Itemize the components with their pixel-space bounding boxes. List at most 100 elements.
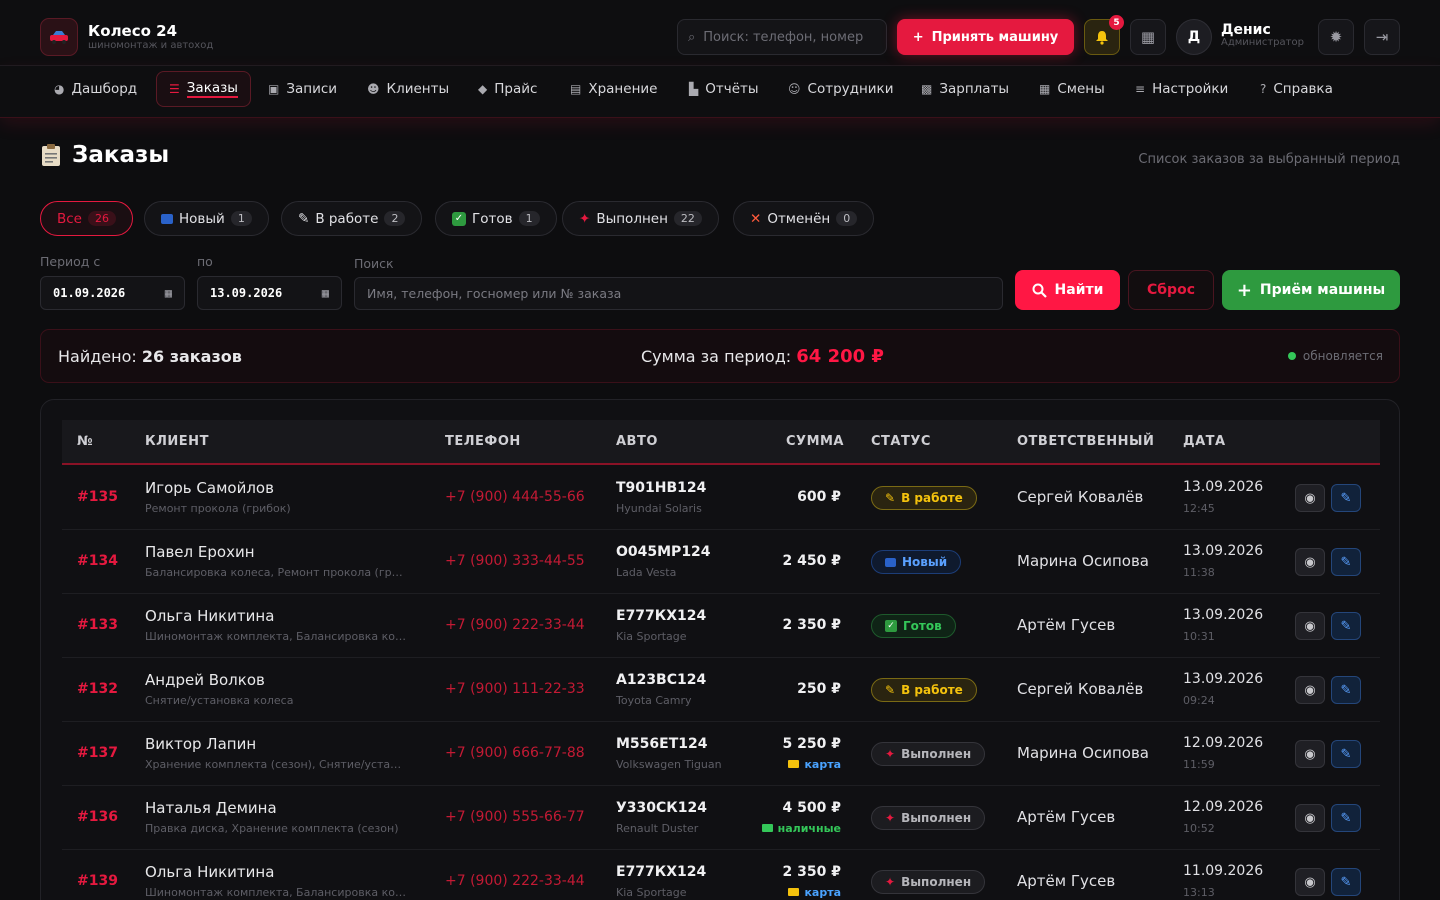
calendar-icon: ▦ (321, 286, 329, 300)
view-button[interactable]: ◉ (1295, 868, 1325, 896)
filter-all[interactable]: Все 26 (40, 201, 133, 236)
edit-button[interactable]: ✎ (1331, 804, 1361, 832)
responsible-employee: Артём Гусев (1017, 616, 1116, 634)
nav-item-records[interactable]: ▣ Записи (256, 71, 349, 107)
filter-in-progress[interactable]: ✎ В работе 2 (281, 201, 423, 236)
order-id[interactable]: #137 (77, 745, 118, 761)
nav-item-salaries[interactable]: ▩ Зарплаты (909, 71, 1021, 107)
client-phone[interactable]: +7 (900) 111-22-33 (445, 681, 585, 697)
status-badge: Новый (871, 550, 962, 574)
table-row[interactable]: #137 Виктор Лапин Хранение комплекта (се… (62, 722, 1380, 786)
nav-item-pricing[interactable]: ◆ Прайс (466, 71, 549, 107)
nav-item-storage[interactable]: ▤ Хранение (558, 71, 669, 107)
filter-count: 26 (88, 211, 116, 226)
edit-button[interactable]: ✎ (1331, 548, 1361, 576)
order-services: Ремонт прокола (грибок) (145, 502, 291, 515)
view-button[interactable]: ◉ (1295, 804, 1325, 832)
view-button[interactable]: ◉ (1295, 676, 1325, 704)
order-time: 13:13 (1183, 886, 1215, 899)
edit-button[interactable]: ✎ (1331, 676, 1361, 704)
filter-label: Выполнен (596, 210, 668, 227)
settings-button[interactable]: ✹ (1318, 19, 1354, 55)
order-id[interactable]: #132 (77, 681, 118, 697)
app-logo[interactable] (40, 18, 78, 56)
orders-search-input[interactable]: Имя, телефон, госномер или № заказа (354, 277, 1003, 310)
order-time: 10:31 (1183, 630, 1215, 643)
pencil-icon: ✎ (885, 683, 896, 697)
client-phone[interactable]: +7 (900) 555-66-77 (445, 809, 585, 825)
payment-label: наличные (777, 822, 841, 835)
filter-completed[interactable]: ✦ Выполнен 22 (562, 201, 719, 236)
client-name: Андрей Волков (145, 671, 265, 689)
avatar[interactable]: Д (1176, 19, 1212, 55)
order-id[interactable]: #133 (77, 617, 118, 633)
view-button[interactable]: ◉ (1295, 484, 1325, 512)
client-name: Павел Ерохин (145, 543, 255, 561)
edit-button[interactable]: ✎ (1331, 484, 1361, 512)
column-header: ТЕЛЕФОН (445, 434, 521, 449)
edit-button[interactable]: ✎ (1331, 740, 1361, 768)
gift-icon: ▦ (1140, 28, 1156, 46)
nav-item-clients[interactable]: ☻ Клиенты (355, 71, 461, 107)
table-row[interactable]: #139 Ольга Никитина Шиномонтаж комплекта… (62, 850, 1380, 900)
table-row[interactable]: #134 Павел Ерохин Балансировка колеса, Р… (62, 530, 1380, 594)
column-header: № (77, 434, 94, 449)
date-from-input[interactable]: 01.09.2026 ▦ (40, 276, 185, 310)
clipboard-icon (42, 144, 60, 166)
nav-item-reports[interactable]: ▙ Отчёты (677, 71, 771, 107)
nav-item-shifts[interactable]: ▦ Смены (1027, 71, 1117, 107)
accept-car-button[interactable]: + Принять машину (897, 19, 1074, 55)
client-phone[interactable]: +7 (900) 444-55-66 (445, 489, 585, 505)
reset-button[interactable]: Сброс (1128, 270, 1214, 310)
client-phone[interactable]: +7 (900) 666-77-88 (445, 745, 585, 761)
view-button[interactable]: ◉ (1295, 612, 1325, 640)
table-row[interactable]: #132 Андрей Волков Снятие/установка коле… (62, 658, 1380, 722)
receive-car-button[interactable]: + Приём машины (1222, 270, 1400, 310)
date-to-input[interactable]: 13.09.2026 ▦ (197, 276, 342, 310)
view-button[interactable]: ◉ (1295, 740, 1325, 768)
nav-item-help[interactable]: ? Справка (1248, 71, 1345, 107)
table-row[interactable]: #135 Игорь Самойлов Ремонт прокола (гриб… (62, 466, 1380, 530)
filter-cancelled[interactable]: ✕ Отменён 0 (733, 201, 875, 236)
order-date: 13.09.2026 (1183, 479, 1264, 495)
car-model: Kia Sportage (616, 886, 687, 899)
client-phone[interactable]: +7 (900) 222-33-44 (445, 617, 585, 633)
cross-icon: ✕ (750, 210, 762, 227)
nav-item-dashboard[interactable]: ◕ Дашборд (42, 71, 149, 107)
find-button[interactable]: Найти (1015, 270, 1120, 310)
new-badge-icon (161, 213, 173, 224)
order-id[interactable]: #136 (77, 809, 118, 825)
filter-new[interactable]: Новый 1 (144, 201, 269, 236)
edit-button[interactable]: ✎ (1331, 612, 1361, 640)
status-badge: ✓ Готов (871, 614, 956, 638)
nav-item-orders[interactable]: ☰ Заказы (156, 71, 251, 107)
filter-ready[interactable]: ✓ Готов 1 (435, 201, 557, 236)
payment-label: карта (804, 886, 841, 899)
table-row[interactable]: #136 Наталья Демина Правка диска, Хранен… (62, 786, 1380, 850)
order-services: Шиномонтаж комплекта, Балансировка колёс (145, 630, 407, 643)
nav-item-staff[interactable]: ☺ Сотрудники (776, 71, 906, 107)
order-id[interactable]: #135 (77, 489, 118, 505)
summary-bar: Найдено: 26 заказов Сумма за период: 64 … (40, 329, 1400, 383)
status-label: В работе (901, 491, 963, 505)
nav-label: Прайс (494, 81, 538, 97)
payment-method: карта (788, 758, 841, 771)
gift-button[interactable]: ▦ (1130, 19, 1166, 55)
table-row[interactable]: #133 Ольга Никитина Шиномонтаж комплекта… (62, 594, 1380, 658)
logout-button[interactable]: ⇥ (1364, 19, 1400, 55)
order-id[interactable]: #134 (77, 553, 118, 569)
edit-button[interactable]: ✎ (1331, 868, 1361, 896)
client-phone[interactable]: +7 (900) 222-33-44 (445, 873, 585, 889)
shifts-icon: ▦ (1039, 82, 1051, 96)
nav-item-settings[interactable]: ≡ Настройки (1123, 71, 1240, 107)
global-search[interactable]: ⌕ Поиск: телефон, номер (677, 19, 887, 55)
date-from-value: 01.09.2026 (53, 286, 126, 300)
car-plate: М556ЕТ124 (616, 736, 708, 752)
order-id[interactable]: #139 (77, 873, 118, 889)
status-badge: ✎ В работе (871, 678, 977, 702)
pin-icon: ✦ (885, 747, 896, 761)
found-count: Найдено: 26 заказов (58, 347, 242, 366)
view-button[interactable]: ◉ (1295, 548, 1325, 576)
notifications-button[interactable]: 5 (1084, 15, 1124, 55)
client-phone[interactable]: +7 (900) 333-44-55 (445, 553, 585, 569)
